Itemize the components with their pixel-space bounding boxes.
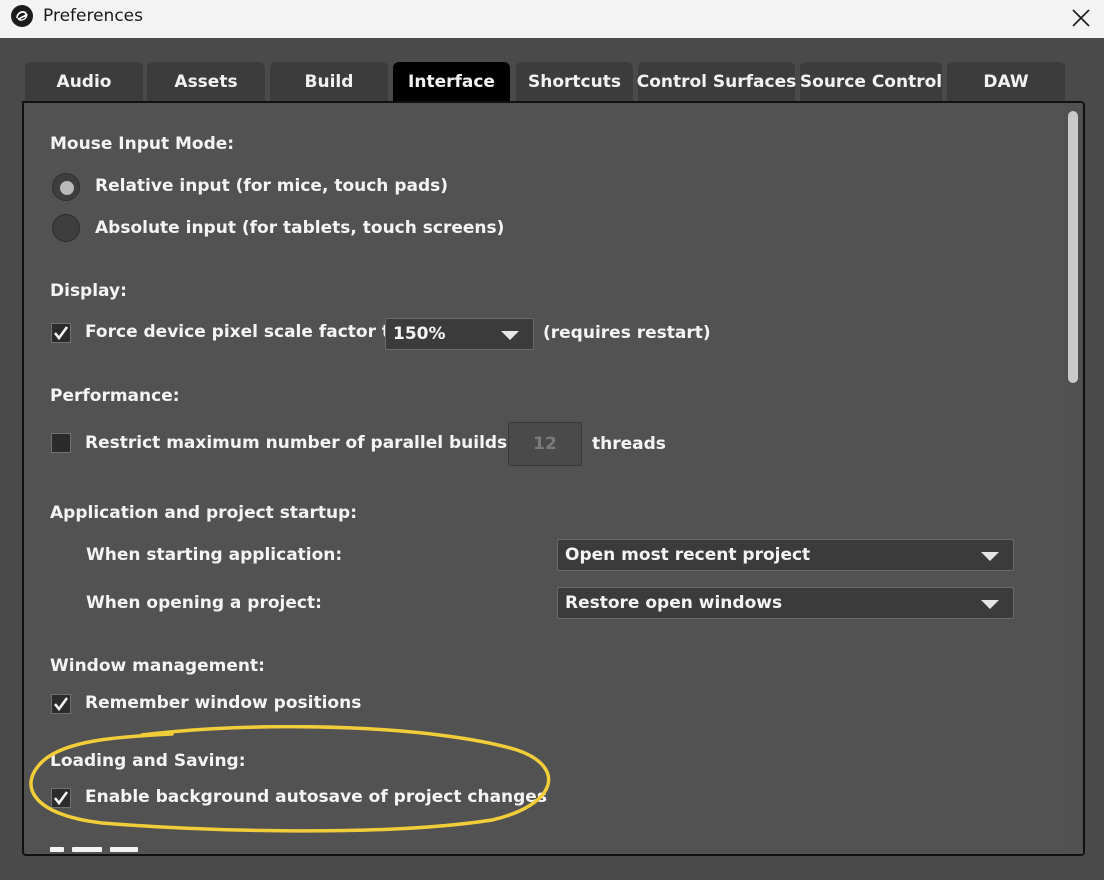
- starting-application-label: When starting application:: [86, 545, 343, 565]
- tab-label: Shortcuts: [528, 71, 621, 92]
- tab-interface[interactable]: Interface: [393, 62, 510, 102]
- tab-control-surfaces[interactable]: Control Surfaces: [636, 62, 797, 101]
- restrict-builds-label[interactable]: Restrict maximum number of parallel buil…: [85, 433, 533, 453]
- opening-project-label: When opening a project:: [86, 593, 322, 613]
- tab-label: Audio: [56, 71, 112, 92]
- scale-factor-value: 150%: [393, 324, 446, 344]
- absolute-input-radio[interactable]: [52, 214, 80, 242]
- tab-label: DAW: [983, 71, 1029, 92]
- autosave-checkbox[interactable]: [51, 788, 71, 808]
- radio-selected-dot: [60, 181, 74, 195]
- tab-label: Interface: [408, 72, 495, 92]
- tab-shortcuts[interactable]: Shortcuts: [516, 62, 633, 101]
- checkmark-icon: [53, 697, 69, 712]
- opening-project-select[interactable]: Restore open windows: [557, 587, 1014, 619]
- remember-positions-checkbox[interactable]: [51, 694, 71, 714]
- close-icon: [1072, 9, 1090, 27]
- mouse-input-heading: Mouse Input Mode:: [50, 134, 235, 154]
- restrict-builds-checkbox[interactable]: [51, 433, 71, 453]
- remember-positions-label[interactable]: Remember window positions: [85, 693, 361, 713]
- tab-build[interactable]: Build: [270, 62, 388, 101]
- loading-saving-heading: Loading and Saving:: [50, 751, 246, 771]
- starting-application-value: Open most recent project: [565, 545, 811, 565]
- performance-heading: Performance:: [50, 386, 180, 406]
- tab-bar: Audio Assets Build Interface Shortcuts C…: [0, 62, 1104, 102]
- window-title: Preferences: [43, 6, 143, 26]
- display-heading: Display:: [50, 281, 127, 301]
- startup-heading: Application and project startup:: [50, 503, 358, 523]
- interface-settings-panel: Mouse Input Mode: Relative input (for mi…: [22, 101, 1085, 856]
- chevron-down-icon: [981, 552, 999, 561]
- tab-label: Build: [304, 71, 354, 92]
- threads-input[interactable]: 12: [508, 422, 582, 466]
- chevron-down-icon: [981, 600, 999, 609]
- tab-label: Control Surfaces: [636, 71, 797, 92]
- tab-assets[interactable]: Assets: [147, 62, 265, 101]
- title-bar: Preferences: [0, 0, 1104, 38]
- tab-audio[interactable]: Audio: [25, 62, 143, 101]
- tab-label: Assets: [174, 71, 238, 92]
- close-button[interactable]: [1058, 0, 1104, 36]
- checkmark-icon: [53, 326, 69, 341]
- chevron-down-icon: [501, 331, 519, 340]
- autosave-label[interactable]: Enable background autosave of project ch…: [85, 787, 547, 807]
- opening-project-value: Restore open windows: [565, 593, 783, 613]
- scale-factor-select[interactable]: 150%: [385, 318, 534, 350]
- relative-input-radio[interactable]: [52, 173, 80, 201]
- tab-daw[interactable]: DAW: [947, 62, 1065, 101]
- tab-label: Source Control: [799, 71, 943, 92]
- threads-suffix: threads: [592, 434, 666, 454]
- force-scale-checkbox[interactable]: [51, 323, 71, 343]
- settings-content: Mouse Input Mode: Relative input (for mi…: [24, 103, 1064, 854]
- window-management-heading: Window management:: [50, 656, 265, 676]
- app-logo-icon: [11, 5, 33, 27]
- checkmark-icon: [53, 791, 69, 806]
- next-section-heading-clipped: [50, 847, 170, 854]
- starting-application-select[interactable]: Open most recent project: [557, 539, 1014, 571]
- absolute-input-label[interactable]: Absolute input (for tablets, touch scree…: [95, 218, 504, 238]
- relative-input-label[interactable]: Relative input (for mice, touch pads): [95, 176, 448, 196]
- scrollbar-thumb[interactable]: [1068, 111, 1078, 383]
- tab-source-control[interactable]: Source Control: [800, 62, 942, 101]
- vertical-scrollbar[interactable]: [1064, 103, 1083, 854]
- restart-note: (requires restart): [543, 323, 711, 343]
- force-scale-label[interactable]: Force device pixel scale factor to: [85, 322, 402, 342]
